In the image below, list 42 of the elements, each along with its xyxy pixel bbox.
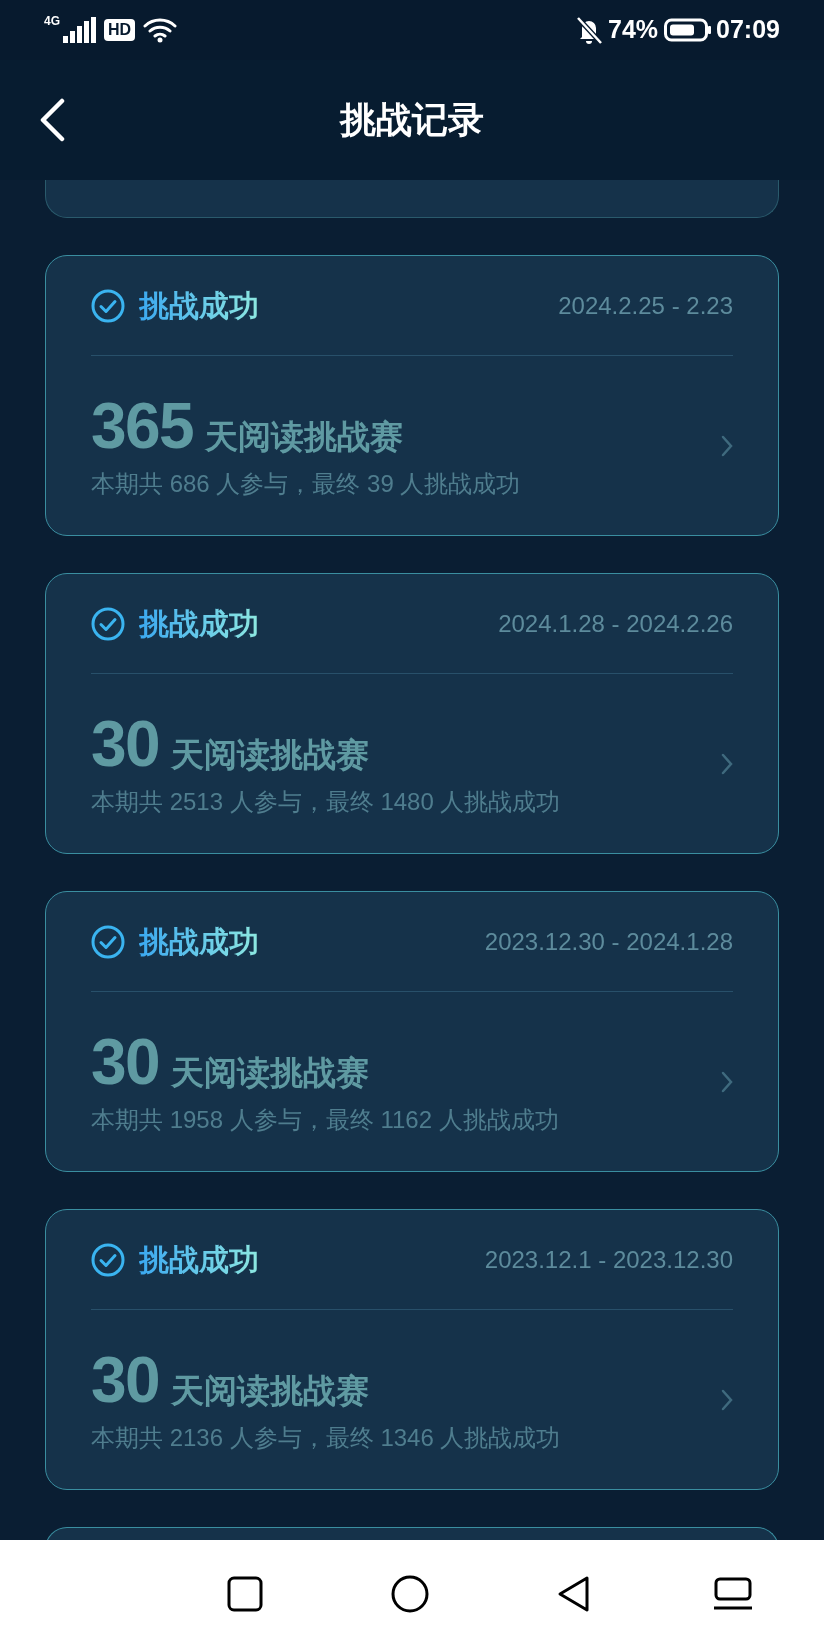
home-nav-icon[interactable] [391, 1575, 429, 1613]
challenge-name: 天阅读挑战赛 [171, 1370, 369, 1411]
wifi-icon [143, 17, 178, 43]
date-range: 2023.12.1 - 2023.12.30 [484, 1244, 733, 1275]
days-number: 30 [91, 1025, 159, 1098]
record-card[interactable]: 挑战成功 2024.2.25 - 2.23 365 天阅读挑战赛 本期共 686 人参与，最终 39 人挑战成功 [45, 255, 779, 536]
days-number: 365 [91, 389, 193, 462]
date-range: 2023.12.30 - 2024.1.28 [484, 926, 733, 957]
challenge-name: 天阅读挑战赛 [171, 734, 369, 775]
recent-apps-icon[interactable] [713, 1577, 753, 1611]
summary-text: 本期共 1958 人参与，最终 1162 人挑战成功 [91, 1104, 559, 1135]
battery-percent: 74% [608, 14, 659, 46]
clock-time: 07:09 [716, 14, 780, 46]
record-card[interactable]: 挑战成功 2023.12.1 - 2023.12.30 30 天阅读挑战赛 本期共 2136 人参与，最终 1346 人挑战成功 [45, 1209, 779, 1490]
record-card[interactable]: 挑战成功 2023.12.30 - 2024.1.28 30 天阅读挑战赛 本期共 1958 人参与，最终 1162 人挑战成功 [45, 891, 779, 1172]
back-icon [39, 98, 65, 142]
page-title: 挑战记录 [340, 98, 484, 142]
check-circle-icon [91, 606, 125, 641]
chevron-right-icon [721, 1388, 733, 1411]
date-range: 2024.1.28 - 2024.2.26 [498, 608, 733, 639]
summary-text: 本期共 2513 人参与，最终 1480 人挑战成功 [91, 786, 561, 817]
challenge-name: 天阅读挑战赛 [205, 416, 403, 457]
check-circle-icon [91, 924, 125, 959]
check-circle-icon [91, 288, 125, 323]
days-number: 30 [91, 1343, 159, 1416]
record-card[interactable]: 挑战成功 2024.1.28 - 2024.2.26 30 天阅读挑战赛 本期共 2513 人参与，最终 1480 人挑战成功 [45, 573, 779, 854]
check-circle-icon [91, 1242, 125, 1277]
battery-icon [664, 18, 713, 42]
summary-text: 本期共 686 人参与，最终 39 人挑战成功 [91, 468, 521, 499]
date-range: 2024.2.25 - 2.23 [558, 290, 733, 321]
chevron-right-icon [721, 752, 733, 775]
chevron-right-icon [721, 434, 733, 457]
signal-icon [62, 17, 96, 43]
hd-badge: HD [104, 19, 136, 41]
challenge-name: 天阅读挑战赛 [171, 1052, 369, 1093]
muted-bell-icon [574, 15, 604, 45]
summary-text: 本期共 2136 人参与，最终 1346 人挑战成功 [91, 1422, 561, 1453]
days-number: 30 [91, 707, 159, 780]
chevron-right-icon [721, 1070, 733, 1093]
back-nav-icon[interactable] [557, 1575, 591, 1613]
network-label: 4G [44, 13, 60, 30]
square-nav-icon[interactable] [227, 1576, 263, 1612]
